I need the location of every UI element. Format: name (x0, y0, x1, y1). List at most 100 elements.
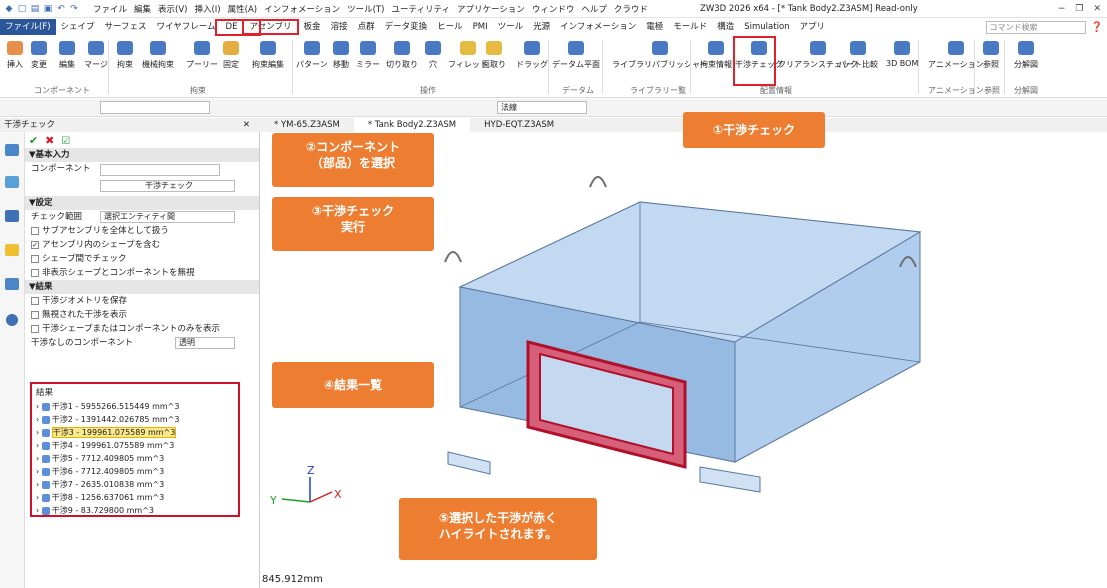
expand-icon[interactable]: › (36, 415, 39, 424)
section-result[interactable]: ▼結果 (25, 280, 259, 294)
ribbon-button[interactable]: マージ (84, 38, 108, 78)
document-tab[interactable]: * Tank Body2.Z3ASM (353, 118, 471, 132)
ribbon-button[interactable]: 機械拘束 (142, 38, 174, 78)
menu-item[interactable]: ファイル (93, 3, 127, 15)
result-item[interactable]: › 干渉5 - 7712.409805 mm^3 (32, 452, 238, 465)
menu-item[interactable]: 表示(V) (158, 3, 187, 15)
restore-icon[interactable]: ❐ (1075, 4, 1083, 14)
ribbon-button[interactable]: 参照 (980, 38, 1002, 78)
ribbon-button[interactable]: 拘束情報 (700, 38, 732, 78)
result-item[interactable]: › 干渉9 - 83.729800 mm^3 (32, 504, 238, 517)
redo-icon[interactable]: ↷ (69, 4, 79, 14)
panel-close-icon[interactable]: ✕ (243, 118, 250, 132)
ribbon-tab[interactable]: シェイプ (56, 19, 100, 35)
ribbon-tab[interactable]: アプリ (795, 19, 831, 35)
ribbon-tab[interactable]: 光源 (528, 19, 555, 35)
ribbon-button[interactable]: 面取り (482, 38, 506, 78)
section-settings[interactable]: ▼設定 (25, 196, 259, 210)
ribbon-button[interactable]: プーリー (186, 38, 218, 78)
expand-icon[interactable]: › (36, 454, 39, 463)
ribbon-tab[interactable]: ワイヤフレーム (152, 19, 221, 35)
ribbon-tab[interactable]: 構造 (712, 19, 739, 35)
open-file-icon[interactable]: ▤ (30, 4, 40, 14)
ribbon-button[interactable]: 穴 (422, 38, 444, 78)
ribbon-tab[interactable]: ファイル(F) (0, 19, 56, 35)
ribbon-tab[interactable]: PMI (468, 19, 493, 35)
minimize-icon[interactable]: − (1058, 4, 1066, 14)
section-basic-input[interactable]: ▼基本入力 (25, 148, 259, 162)
ribbon-tab[interactable]: モールド (668, 19, 712, 35)
ribbon-button[interactable]: ミラー (356, 38, 380, 78)
menu-item[interactable]: 挿入(I) (194, 3, 220, 15)
ribbon-tab[interactable]: インフォメーション (555, 19, 641, 35)
menu-item[interactable]: ヘルプ (581, 3, 607, 15)
ribbon-button[interactable]: ライブラリパブリッシャー (612, 38, 708, 78)
checkbox[interactable] (31, 296, 39, 305)
ribbon-button[interactable]: パターン (296, 38, 328, 78)
document-tab[interactable]: * YM-65.Z3ASM (260, 118, 354, 132)
command-search-input[interactable]: コマンド検索 (985, 20, 1086, 34)
save-icon[interactable]: ▣ (43, 4, 53, 14)
checkbox[interactable]: ✓ (31, 240, 39, 249)
ribbon-tab[interactable]: Simulation (739, 19, 794, 35)
undo-icon[interactable]: ↶ (56, 4, 66, 14)
ribbon-button[interactable]: 拘束 (114, 38, 136, 78)
result-item[interactable]: › 干渉8 - 1256.637061 mm^3 (32, 491, 238, 504)
result-item[interactable]: › 干渉2 - 1391442.026785 mm^3 (32, 413, 238, 426)
ribbon-tab[interactable]: 溶接 (326, 19, 353, 35)
menu-item[interactable]: 編集 (134, 3, 151, 15)
expand-icon[interactable]: › (36, 428, 39, 437)
menu-item[interactable]: ユーティリティ (391, 3, 449, 15)
checkbox[interactable] (31, 254, 39, 263)
ribbon-tab[interactable]: データ変換 (380, 19, 433, 35)
ribbon-button[interactable]: 変更 (28, 38, 50, 78)
expand-icon[interactable]: › (36, 480, 39, 489)
interference-check-button[interactable]: 干渉チェック (100, 180, 235, 192)
ribbon-button[interactable]: パート比較 (838, 38, 878, 78)
result-item[interactable]: › 干渉3 - 199961.075589 mm^3 (32, 426, 238, 439)
ribbon-button[interactable]: 分解図 (1014, 38, 1038, 78)
normal-filter-dropdown[interactable]: 法線 (497, 101, 587, 114)
result-item[interactable]: › 干渉6 - 7712.409805 mm^3 (32, 465, 238, 478)
apply-icon[interactable]: ☑ (61, 136, 70, 147)
filter-dropdown[interactable] (100, 101, 210, 114)
ribbon-tab[interactable]: ヒール (432, 19, 468, 35)
menu-item[interactable]: インフォメーション (264, 3, 340, 15)
menu-item[interactable]: ウィンドウ (532, 3, 575, 15)
result-item[interactable]: › 干渉1 - 5955266.515449 mm^3 (32, 400, 238, 413)
ribbon-button[interactable]: ドラッグ (516, 38, 548, 78)
new-file-icon[interactable]: ▢ (17, 4, 27, 14)
menu-item[interactable]: ツール(T) (347, 3, 384, 15)
component-field[interactable] (100, 164, 220, 176)
checkbox[interactable] (31, 310, 39, 319)
ribbon-button[interactable]: 編集 (56, 38, 78, 78)
checkbox[interactable] (31, 226, 39, 235)
ribbon-button[interactable]: 挿入 (4, 38, 26, 78)
ribbon-tab[interactable]: 板金 (299, 19, 326, 35)
result-item[interactable]: › 干渉4 - 199961.075589 mm^3 (32, 439, 238, 452)
ribbon-button[interactable]: 移動 (330, 38, 352, 78)
ribbon-tab[interactable]: 電極 (641, 19, 668, 35)
expand-icon[interactable]: › (36, 506, 39, 515)
checkbox[interactable] (31, 268, 39, 277)
expand-icon[interactable]: › (36, 493, 39, 502)
expand-icon[interactable]: › (36, 441, 39, 450)
ribbon-button[interactable]: データム平面 (552, 38, 600, 78)
expand-icon[interactable]: › (36, 467, 39, 476)
document-tab[interactable]: HYD-EQT.Z3ASM (470, 118, 568, 132)
close-icon[interactable]: ✕ (1093, 4, 1101, 14)
menu-item[interactable]: クラウド (614, 3, 648, 15)
ribbon-button[interactable]: 切り取り (386, 38, 418, 78)
ribbon-button[interactable]: 3D BOM (886, 38, 918, 78)
ribbon-tab[interactable]: サーフェス (100, 19, 152, 35)
menu-item[interactable]: アプリケーション (457, 3, 525, 15)
ok-icon[interactable]: ✔ (29, 134, 38, 147)
ribbon-tab[interactable]: 点群 (353, 19, 380, 35)
cancel-icon[interactable]: ✖ (45, 134, 54, 147)
ribbon-button[interactable]: アニメーション (928, 38, 984, 78)
expand-icon[interactable]: › (36, 402, 39, 411)
result-item[interactable]: › 干渉7 - 2635.010838 mm^3 (32, 478, 238, 491)
ribbon-button[interactable]: 拘束編集 (252, 38, 284, 78)
menu-item[interactable]: 属性(A) (228, 3, 257, 15)
range-dropdown[interactable]: 選択エンティティ間 (100, 211, 235, 223)
